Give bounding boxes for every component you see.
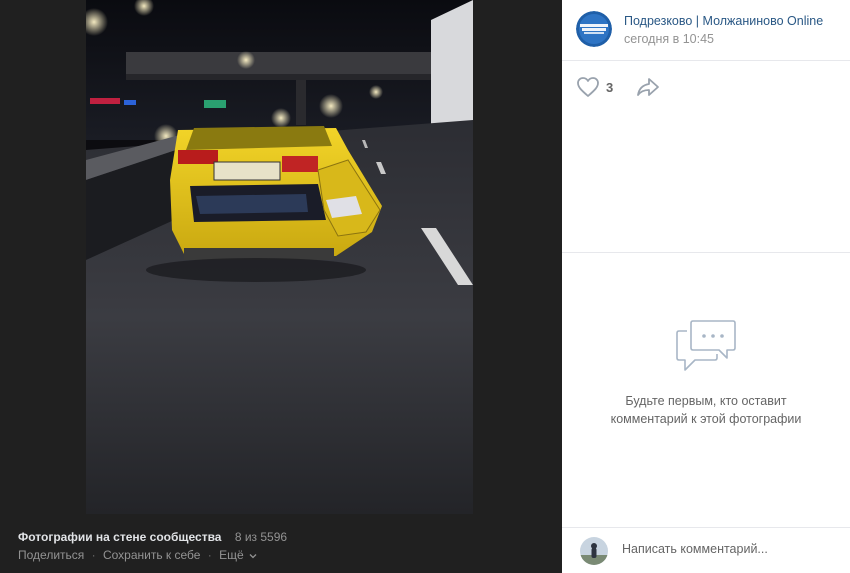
user-avatar-image xyxy=(580,537,608,565)
actions-divider xyxy=(562,252,850,253)
post-header: Подрезково | Молжаниново Online сегодня … xyxy=(562,0,850,60)
share-arrow-icon xyxy=(637,78,659,96)
heart-outline-icon xyxy=(577,77,599,97)
post-author[interactable]: Подрезково | Молжаниново Online xyxy=(624,14,823,28)
community-avatar[interactable] xyxy=(576,11,612,47)
more-label: Ещё xyxy=(219,548,244,562)
album-title[interactable]: Фотографии на стене сообщества xyxy=(18,530,221,544)
empty-comments-text: Будьте первым, кто оставит комментарий к… xyxy=(562,392,850,428)
post-time[interactable]: сегодня в 10:45 xyxy=(624,32,714,46)
empty-comments-line1: Будьте первым, кто оставит xyxy=(625,394,787,408)
empty-comments: Будьте первым, кто оставит комментарий к… xyxy=(562,318,850,428)
chevron-down-icon xyxy=(249,553,257,559)
save-photo-link[interactable]: Сохранить к себе xyxy=(103,548,201,562)
photo-counter: 8 из 5596 xyxy=(234,530,288,544)
comment-box xyxy=(562,527,850,573)
community-logo xyxy=(576,11,612,47)
chat-bubble-icon xyxy=(676,320,736,371)
separator-dot: · xyxy=(91,548,96,562)
photo-viewer: Фотографии на стене сообщества 8 из 5596… xyxy=(0,0,562,573)
photo-info-panel: Подрезково | Молжаниново Online сегодня … xyxy=(562,0,850,573)
like-count: 3 xyxy=(606,79,614,95)
user-avatar[interactable] xyxy=(580,537,608,565)
share-photo-link[interactable]: Поделиться xyxy=(18,548,84,562)
more-button[interactable]: Ещё xyxy=(219,548,257,562)
header-divider xyxy=(562,60,850,61)
separator-dot: · xyxy=(207,548,212,562)
like-button[interactable]: 3 xyxy=(576,76,613,98)
comment-input[interactable] xyxy=(622,542,832,556)
empty-comments-line2: комментарий к этой фотографии xyxy=(610,412,802,426)
viewer-footer: Фотографии на стене сообщества 8 из 5596… xyxy=(18,530,548,563)
share-button[interactable] xyxy=(636,76,660,103)
photo[interactable] xyxy=(86,0,473,514)
photo-image xyxy=(86,0,473,514)
